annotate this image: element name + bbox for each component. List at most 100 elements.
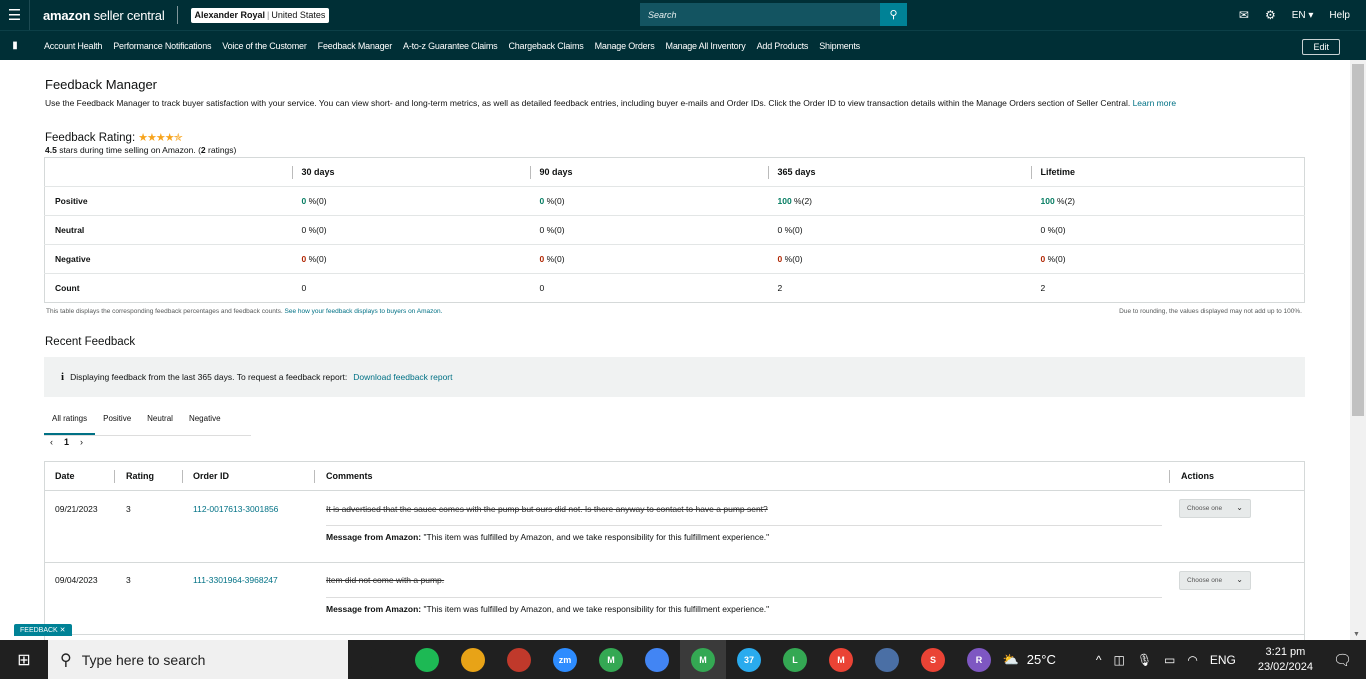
zoom-icon[interactable]: zm: [542, 640, 588, 679]
feedback-date: 09/21/2023: [55, 504, 98, 514]
help-link[interactable]: Help: [1329, 10, 1350, 21]
metric-cell: 0: [529, 273, 768, 303]
info-icon: i: [61, 371, 65, 383]
account-name: Alexander Royal: [194, 10, 266, 20]
nav-feedback-manager[interactable]: Feedback Manager: [318, 41, 393, 51]
chrome-r-icon[interactable]: R: [956, 640, 1002, 679]
chrome-profile-icon[interactable]: [634, 640, 680, 679]
divider: [176, 6, 178, 24]
telegram-icon-glyph: 37: [737, 647, 761, 672]
tray-device-icon[interactable]: ◫: [1113, 653, 1124, 667]
metric-cell: 100 %(2): [1030, 186, 1305, 216]
tab-negative[interactable]: Negative: [181, 410, 229, 435]
metric-cell: 0 %(0): [291, 215, 530, 245]
prev-page-icon[interactable]: ‹: [50, 437, 53, 447]
order-id-link[interactable]: 111-3301964-3968247: [193, 575, 278, 585]
app-emoji-icon[interactable]: [450, 640, 496, 679]
edit-nav-button[interactable]: Edit: [1302, 39, 1340, 55]
chrome-m2-icon-glyph: M: [691, 647, 715, 672]
order-id-link[interactable]: 112-0017613-3001856: [193, 504, 278, 514]
metric-cell: 100 %(2): [767, 186, 1031, 216]
metric-cell: 0 %(0): [1030, 215, 1305, 245]
date: 23/02/2024: [1257, 660, 1313, 673]
telegram-icon[interactable]: 37: [726, 640, 772, 679]
calculator-icon[interactable]: [864, 640, 910, 679]
windows-start-icon[interactable]: ⊞: [0, 640, 48, 679]
task-view-icon[interactable]: [358, 640, 404, 679]
language-selector[interactable]: EN ▾: [1292, 10, 1314, 21]
header-order-id: Order ID: [193, 471, 230, 481]
tab-positive[interactable]: Positive: [95, 410, 139, 435]
metrics-row-negative: Negative 0 %(0) 0 %(0) 0 %(0) 0 %(0): [44, 244, 1305, 274]
metrics-header-row: 30 days 90 days 365 days Lifetime: [45, 158, 1305, 187]
account-switcher[interactable]: Alexander Royal | United States: [190, 7, 330, 23]
notification-icon[interactable]: 🗨: [1333, 651, 1352, 669]
feedback-rating: 3: [126, 575, 131, 585]
chrome-s-icon[interactable]: S: [910, 640, 956, 679]
chrome-m3-icon-glyph: M: [829, 647, 853, 672]
rating-summary: 4.5 stars during time selling on Amazon.…: [45, 145, 237, 155]
next-page-icon[interactable]: ›: [80, 437, 83, 447]
rounding-note: Due to rounding, the values displayed ma…: [1119, 308, 1302, 315]
page-title: Feedback Manager: [45, 77, 158, 92]
feedback-metrics-table: 30 days 90 days 365 days Lifetime Positi…: [44, 157, 1305, 303]
taskbar-search-placeholder: Type here to search: [81, 651, 206, 668]
clock[interactable]: 3:21 pm 23/02/2024: [1258, 645, 1313, 675]
row-label: Count: [44, 273, 292, 303]
app-paint-icon[interactable]: [496, 640, 542, 679]
nav-add-products[interactable]: Add Products: [757, 41, 809, 51]
current-page[interactable]: 1: [64, 437, 69, 447]
menu-icon[interactable]: ☰: [0, 0, 30, 30]
feedback-comment: Item did not come with a pump.: [326, 575, 445, 585]
nav-manage-inventory[interactable]: Manage All Inventory: [666, 41, 746, 51]
chrome-m2-icon[interactable]: M: [680, 640, 726, 679]
nav-atoz-claims[interactable]: A-to-z Guarantee Claims: [403, 41, 498, 51]
brand-logo[interactable]: amazon seller central: [43, 8, 165, 23]
nav-performance-notifications[interactable]: Performance Notifications: [113, 41, 211, 51]
top-bar: ☰ amazon seller central Alexander Royal |…: [0, 0, 1366, 30]
search-icon: ⚲: [889, 9, 898, 21]
chevron-down-icon: ⌄: [1236, 503, 1243, 512]
metric-cell: 2: [1030, 273, 1305, 303]
spotify-icon[interactable]: [404, 640, 450, 679]
wifi-icon[interactable]: ◠: [1187, 653, 1197, 667]
feedback-table-header: Date Rating Order ID Comments Actions: [45, 462, 1304, 491]
nav-manage-orders[interactable]: Manage Orders: [595, 41, 655, 51]
feedback-display-link[interactable]: See how your feedback displays to buyers…: [285, 308, 443, 315]
language-indicator[interactable]: ENG: [1210, 653, 1236, 667]
nav-account-health[interactable]: Account Health: [44, 41, 102, 51]
table-note: This table displays the corresponding fe…: [46, 308, 443, 315]
scrollbar-thumb[interactable]: [1352, 64, 1364, 416]
search-button[interactable]: ⚲: [880, 3, 907, 26]
feedback-tab[interactable]: FEEDBACK ✕: [14, 624, 72, 636]
learn-more-link[interactable]: Learn more: [1133, 98, 1176, 108]
download-report-link[interactable]: Download feedback report: [353, 372, 452, 382]
weather-widget[interactable]: ⛅ 25°C: [1003, 652, 1056, 668]
page-scrollbar[interactable]: ▼: [1350, 60, 1366, 640]
microphone-icon[interactable]: 🎙: [1137, 653, 1152, 667]
chrome-l-icon[interactable]: L: [772, 640, 818, 679]
tab-neutral[interactable]: Neutral: [139, 410, 181, 435]
app-emoji-icon-glyph: [461, 647, 485, 672]
chrome-m-icon[interactable]: M: [588, 640, 634, 679]
tray-chevron-icon[interactable]: ^: [1096, 653, 1102, 667]
search-input[interactable]: [640, 3, 880, 26]
tab-all-ratings[interactable]: All ratings: [44, 410, 96, 435]
nav-shipments[interactable]: Shipments: [819, 41, 860, 51]
nav-chargeback-claims[interactable]: Chargeback Claims: [508, 41, 583, 51]
battery-icon[interactable]: ▭: [1164, 653, 1175, 667]
amazon-message: Message from Amazon: "This item was fulf…: [326, 604, 770, 614]
action-dropdown[interactable]: Choose one ⌄: [1179, 571, 1251, 590]
metrics-row-neutral: Neutral 0 %(0) 0 %(0) 0 %(0) 0 %(0): [44, 215, 1305, 245]
mail-icon[interactable]: ✉: [1239, 8, 1249, 22]
header-actions: Actions: [1181, 471, 1215, 481]
chrome-m3-icon[interactable]: M: [818, 640, 864, 679]
recent-feedback-title: Recent Feedback: [45, 336, 136, 348]
taskbar-search[interactable]: ⚲ Type here to search: [48, 640, 348, 679]
bookmark-icon[interactable]: ▮: [0, 40, 30, 51]
action-dropdown[interactable]: Choose one ⌄: [1179, 499, 1251, 518]
column-header: 30 days: [291, 158, 530, 187]
gear-icon[interactable]: ⚙: [1265, 8, 1276, 22]
scroll-down-icon[interactable]: ▼: [1353, 631, 1360, 638]
nav-voice-of-customer[interactable]: Voice of the Customer: [222, 41, 307, 51]
